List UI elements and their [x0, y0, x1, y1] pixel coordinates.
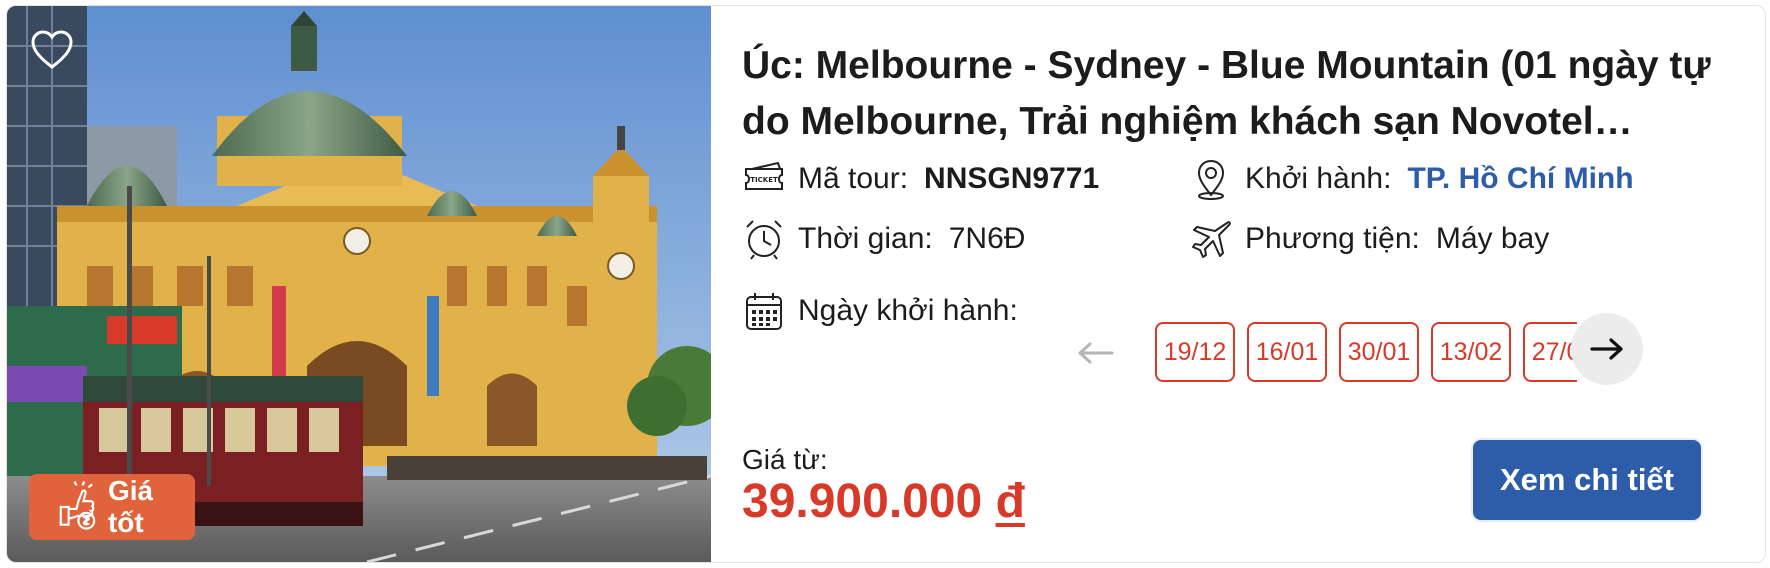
tour-title[interactable]: Úc: Melbourne - Sydney - Blue Mountain (…	[742, 38, 1732, 150]
date-chip-list: 19/12 16/01 30/01 13/02 27/02	[1155, 322, 1577, 382]
transport-label: Phương tiện:	[1245, 222, 1420, 255]
duration-label: Thời gian:	[798, 222, 933, 255]
good-price-icon	[59, 480, 96, 530]
departure-dates-row: Ngày khởi hành:	[742, 289, 1018, 333]
departure-label: Khởi hành:	[1245, 162, 1392, 195]
tour-price: 39.900.000 đ	[742, 474, 1025, 529]
duration-row: Thời gian: 7N6Đ	[742, 217, 1025, 261]
date-chip[interactable]: 27/02	[1523, 322, 1577, 382]
tour-info: Úc: Melbourne - Sydney - Blue Mountain (…	[742, 6, 1765, 562]
transport-row: Phương tiện: Máy bay	[1189, 217, 1549, 261]
price-value: 39.900.000	[742, 475, 983, 528]
svg-text:TICKET: TICKET	[750, 176, 778, 184]
date-scroller: 19/12 16/01 30/01 13/02 27/02	[1155, 322, 1577, 386]
price-from-label: Giá từ:	[742, 444, 828, 475]
currency-symbol: đ	[995, 475, 1025, 528]
date-chip[interactable]: 13/02	[1431, 322, 1511, 382]
tour-card: Giá tốt Úc: Melbourne - Sydney - Blue Mo…	[6, 5, 1766, 563]
date-chip[interactable]: 30/01	[1339, 322, 1419, 382]
departure-dates-label: Ngày khởi hành:	[798, 294, 1018, 327]
airplane-icon	[1192, 221, 1231, 258]
date-chip[interactable]: 16/01	[1247, 322, 1327, 382]
tour-photo[interactable]: Giá tốt	[7, 6, 711, 562]
transport-value: Máy bay	[1435, 222, 1550, 255]
arrow-left-icon[interactable]	[1076, 338, 1116, 368]
departure-value: TP. Hồ Chí Minh	[1407, 162, 1634, 195]
calendar-icon	[746, 293, 782, 330]
view-details-button[interactable]: Xem chi tiết	[1473, 440, 1701, 520]
good-price-badge: Giá tốt	[29, 474, 195, 540]
arrow-right-icon	[1590, 338, 1623, 360]
good-price-label: Giá tốt	[107, 475, 154, 538]
alarm-clock-icon	[746, 220, 782, 260]
tour-code-row: TICKET Mã tour: NNSGN9771	[742, 157, 1099, 201]
ticket-icon: TICKET	[745, 161, 783, 190]
next-dates-button[interactable]	[1571, 313, 1643, 385]
location-pin-icon	[1197, 159, 1225, 200]
date-chip[interactable]: 19/12	[1155, 322, 1235, 382]
duration-value: 7N6Đ	[948, 222, 1026, 255]
heart-icon[interactable]	[29, 28, 75, 72]
tour-code-value: NNSGN9771	[924, 162, 1100, 195]
departure-row: Khởi hành: TP. Hồ Chí Minh	[1189, 157, 1634, 201]
tour-code-label: Mã tour:	[798, 162, 909, 195]
